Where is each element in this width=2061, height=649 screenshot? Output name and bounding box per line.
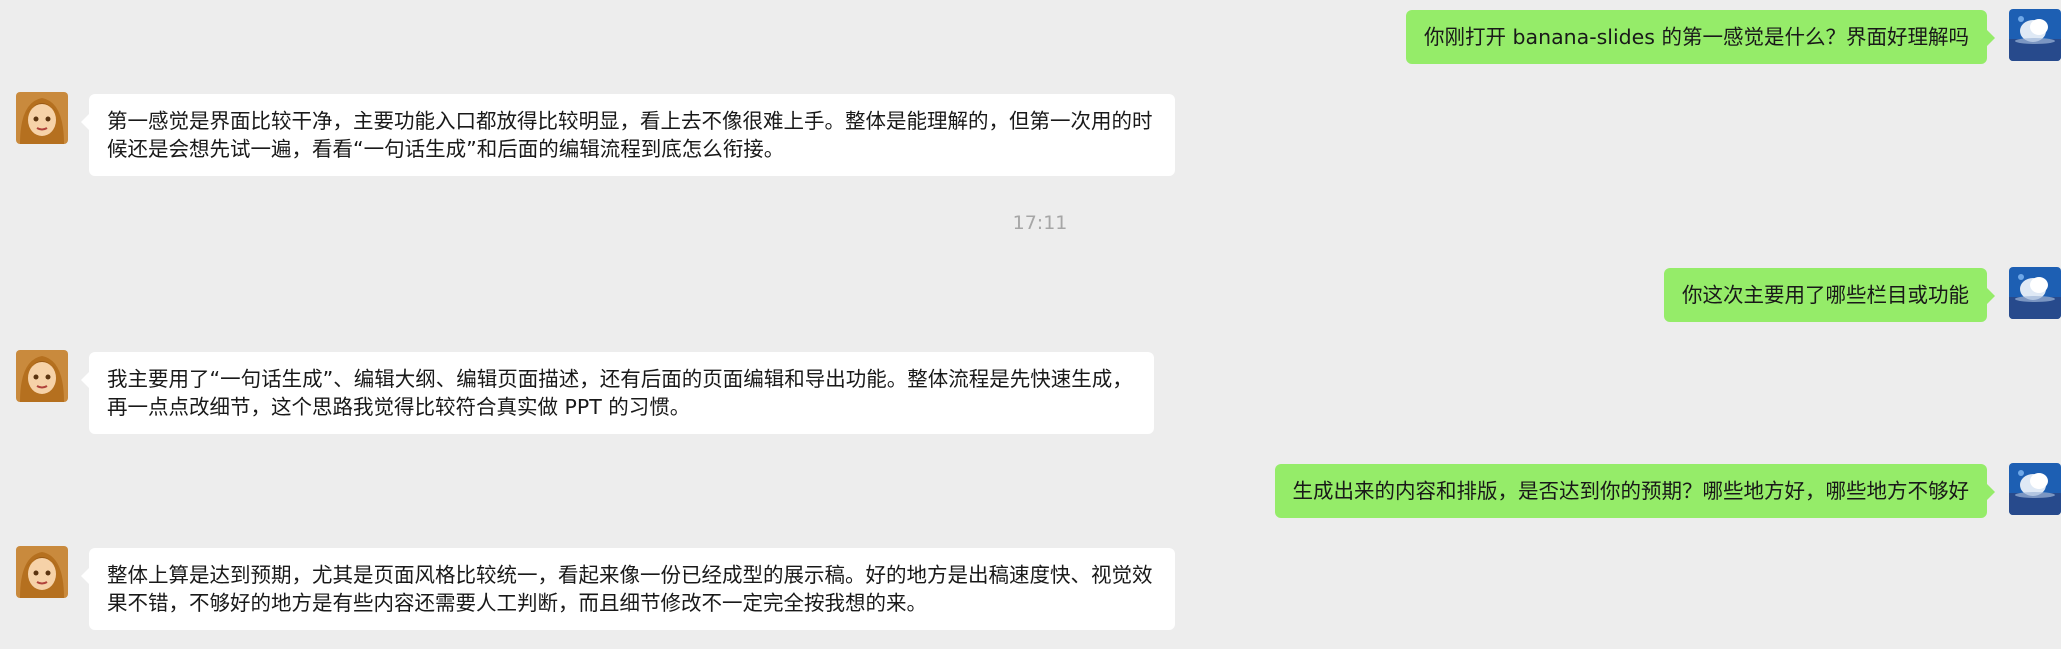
message-bubble-other[interactable]: 第一感觉是界面比较干净，主要功能入口都放得比较明显，看上去不像很难上手。整体是能… (81, 94, 1175, 176)
message-text: 整体上算是达到预期，尤其是页面风格比较统一，看起来像一份已经成型的展示稿。好的地… (107, 563, 1153, 615)
message-text: 第一感觉是界面比较干净，主要功能入口都放得比较明显，看上去不像很难上手。整体是能… (107, 109, 1153, 161)
avatar-image-icon (2009, 9, 2061, 61)
contact-avatar[interactable] (16, 546, 68, 598)
avatar-image-icon (16, 350, 68, 402)
contact-avatar[interactable] (16, 350, 68, 402)
message-text: 我主要用了“一句话生成”、编辑大纲、编辑页面描述，还有后面的页面编辑和导出功能。… (107, 367, 1133, 419)
message-text: 你刚打开 banana-slides 的第一感觉是什么？界面好理解吗 (1424, 25, 1969, 49)
message-bubble-self[interactable]: 生成出来的内容和排版，是否达到你的预期？哪些地方好，哪些地方不够好 (1274, 464, 1995, 518)
timestamp: 17:11 (1012, 212, 1068, 234)
self-avatar[interactable] (2009, 267, 2061, 319)
message-bubble-self[interactable]: 你刚打开 banana-slides 的第一感觉是什么？界面好理解吗 (1406, 10, 1995, 64)
avatar-image-icon (2009, 463, 2061, 515)
message-bubble-self[interactable]: 你这次主要用了哪些栏目或功能 (1664, 268, 1995, 322)
self-avatar[interactable] (2009, 9, 2061, 61)
message-bubble-other[interactable]: 我主要用了“一句话生成”、编辑大纲、编辑页面描述，还有后面的页面编辑和导出功能。… (81, 352, 1154, 434)
self-avatar[interactable] (2009, 463, 2061, 515)
message-text: 生成出来的内容和排版，是否达到你的预期？哪些地方好，哪些地方不够好 (1292, 479, 1970, 503)
contact-avatar[interactable] (16, 92, 68, 144)
message-text: 你这次主要用了哪些栏目或功能 (1682, 283, 1969, 307)
avatar-image-icon (16, 92, 68, 144)
message-bubble-other[interactable]: 整体上算是达到预期，尤其是页面风格比较统一，看起来像一份已经成型的展示稿。好的地… (81, 548, 1175, 630)
avatar-image-icon (16, 546, 68, 598)
avatar-image-icon (2009, 267, 2061, 319)
